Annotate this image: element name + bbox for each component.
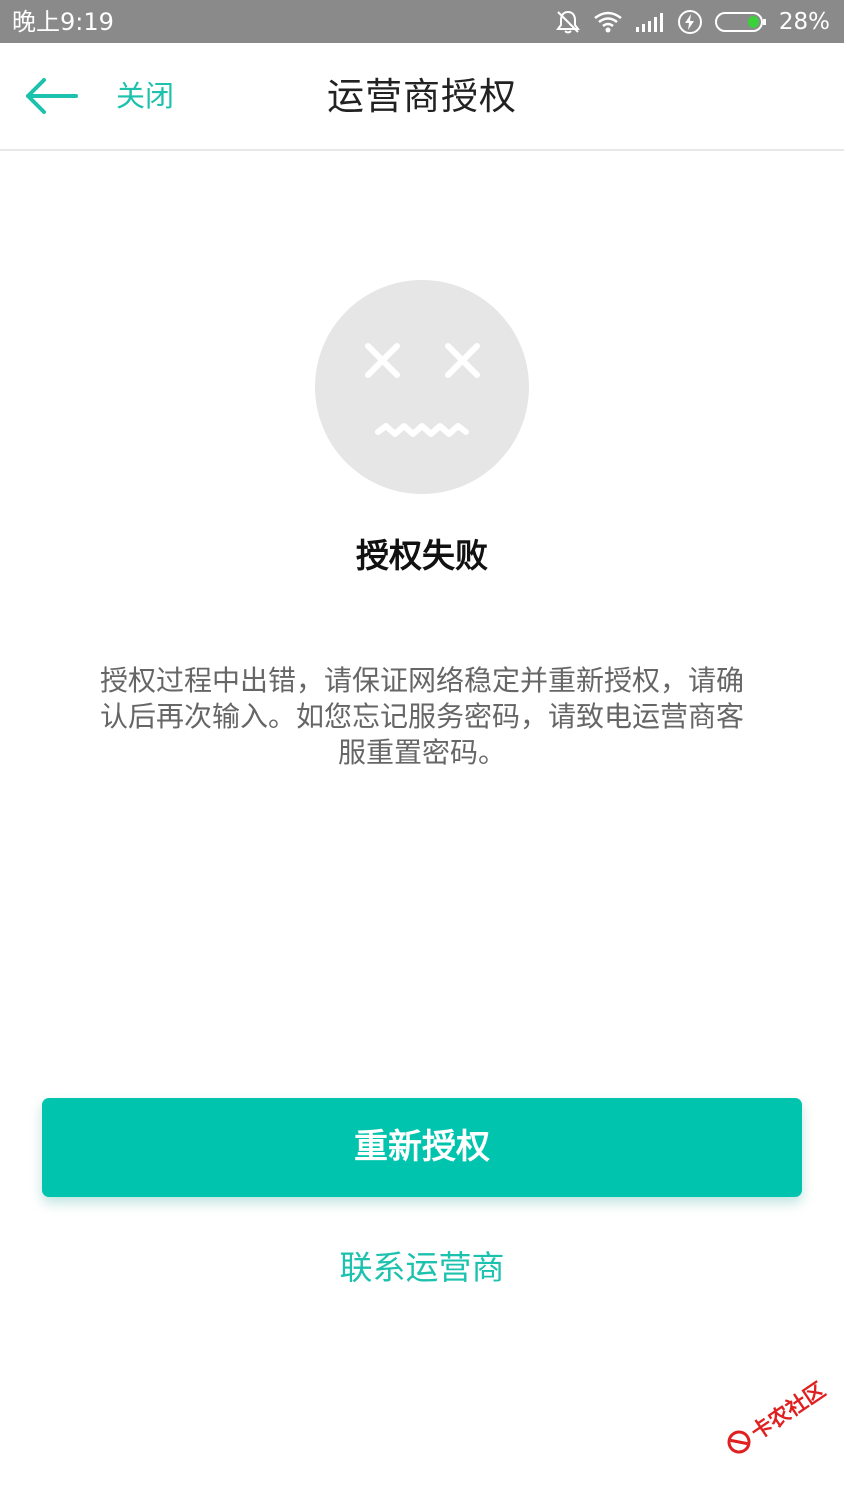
bell-muted-icon	[555, 9, 581, 35]
sad-face-icon	[315, 280, 529, 494]
status-time: 晚上9:19	[12, 8, 114, 36]
failure-description: 授权过程中出错，请保证网络稳定并重新授权，请确认后再次输入。如您忘记服务密码，请…	[99, 664, 744, 769]
watermark: 卡农社区	[727, 1378, 840, 1490]
retry-authorization-button[interactable]: 重新授权	[42, 1098, 802, 1197]
failure-title: 授权失败	[356, 536, 488, 575]
signal-icon	[635, 11, 665, 33]
status-icons: 28%	[555, 6, 830, 38]
nav-bar: 关闭 运营商授权	[0, 43, 844, 151]
battery-percent: 28%	[778, 9, 830, 35]
watermark-text: 卡农社区	[746, 1377, 830, 1445]
battery-icon	[714, 11, 767, 33]
page-title: 运营商授权	[327, 75, 517, 118]
wifi-icon	[593, 10, 623, 34]
charging-icon	[677, 9, 703, 35]
status-bar: 晚上9:19 28%	[0, 0, 844, 43]
contact-operator-link[interactable]: 联系运营商	[0, 1246, 844, 1290]
